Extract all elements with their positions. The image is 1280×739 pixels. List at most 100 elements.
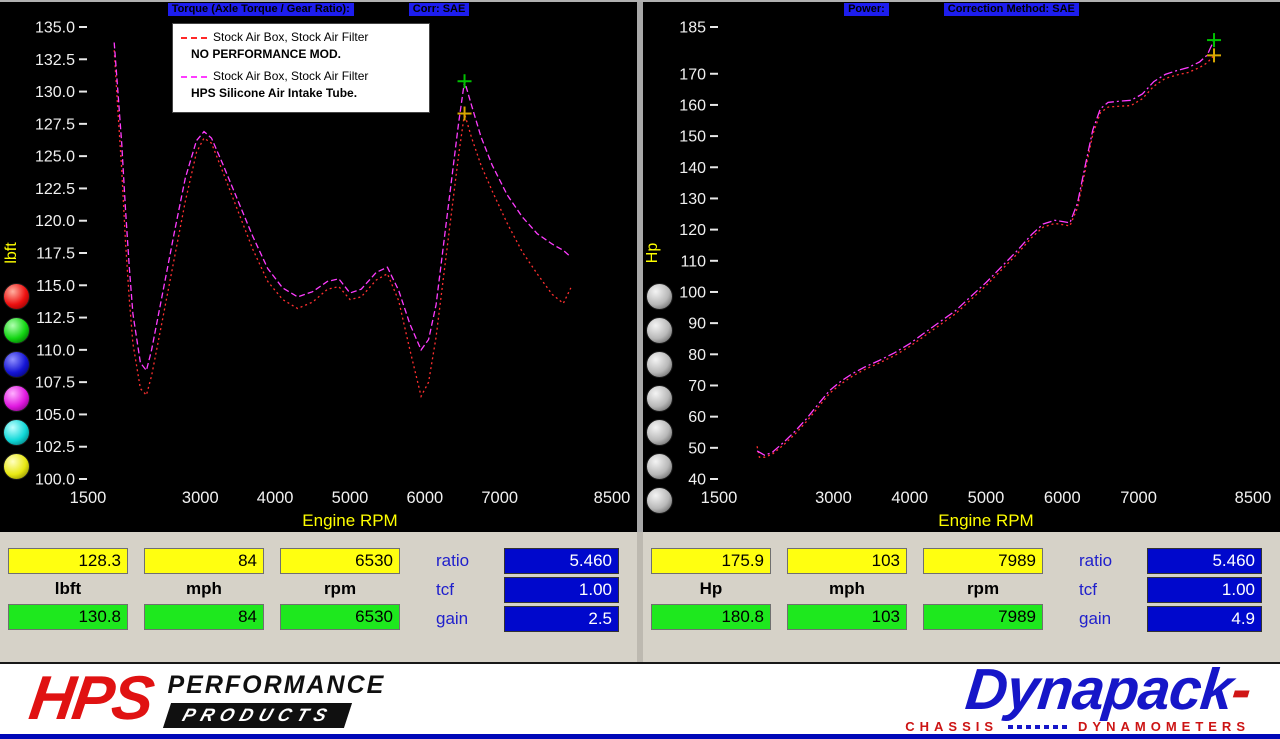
y-tick-label: 80 [688, 347, 706, 364]
x-tick-label: 6000 [1044, 489, 1081, 507]
hps-peak-torque-value: 130.8 [8, 604, 128, 630]
channel-button-gray-1[interactable] [646, 317, 673, 344]
torque-side-values: ratio 5.460 tcf 1.00 gain 2.5 [436, 548, 619, 635]
power-header: Power: Correction Method: SAE [643, 2, 1280, 17]
power-correction-label: Correction Method: SAE [944, 3, 1079, 16]
x-tick-label: 8500 [594, 489, 631, 507]
gain-value: 4.9 [1147, 606, 1262, 632]
x-tick-label: 4000 [257, 489, 294, 507]
y-tick-label: 70 [688, 378, 706, 395]
bottom-blue-bar [0, 734, 1280, 739]
y-tick-label: 90 [688, 316, 706, 333]
stock-peak-power-value: 175.9 [651, 548, 771, 574]
tcf-value: 1.00 [1147, 577, 1262, 603]
x-tick-label: 8500 [1235, 489, 1272, 507]
rpm-unit-label: rpm [923, 577, 1043, 601]
y-tick-label: 107.5 [35, 375, 75, 392]
channel-button-red-0[interactable] [3, 283, 30, 310]
x-axis-label: Engine RPM [938, 511, 1033, 530]
stock-rpm-value: 6530 [280, 548, 400, 574]
series-stock [757, 55, 1214, 457]
y-tick-label: 115.0 [36, 278, 75, 295]
ratio-value: 5.460 [1147, 548, 1262, 574]
x-axis-label: Engine RPM [302, 511, 397, 530]
channel-button-gray-0[interactable] [646, 283, 673, 310]
hps-logo: HPS PERFORMANCE PRODUCTS [30, 670, 385, 728]
x-tick-label: 7000 [1120, 489, 1157, 507]
power-rpm-column: 7989 rpm 7989 [923, 548, 1043, 635]
y-axis-label: lbft [3, 242, 20, 264]
x-tick-label: 3000 [182, 489, 219, 507]
torque-correction-label: Corr: SAE [409, 3, 470, 16]
ratio-label: ratio [1079, 551, 1137, 571]
y-tick-label: 127.5 [35, 116, 75, 133]
ratio-label: ratio [436, 551, 494, 571]
y-tick-label: 170 [679, 66, 706, 83]
charts-row: Torque (Axle Torque / Gear Ratio): Corr:… [0, 0, 1280, 532]
hps-rpm-value: 6530 [280, 604, 400, 630]
torque-channel-buttons [3, 283, 30, 480]
channel-button-magenta-3[interactable] [3, 385, 30, 412]
channel-button-green-1[interactable] [3, 317, 30, 344]
y-tick-label: 100 [679, 284, 706, 301]
x-tick-label: 7000 [481, 489, 518, 507]
readout-area: 128.3 lbft 130.8 84 mph 84 6530 rpm 6530… [0, 532, 1280, 662]
y-tick-label: 125.0 [35, 149, 75, 166]
power-chart: 1851701601501401301201101009080706050401… [643, 17, 1280, 532]
channel-button-yellow-5[interactable] [3, 453, 30, 480]
y-tick-label: 105.0 [35, 407, 75, 424]
channel-button-gray-4[interactable] [646, 419, 673, 446]
torque-rpm-column: 6530 rpm 6530 [280, 548, 400, 635]
y-tick-label: 120 [679, 222, 706, 239]
y-tick-label: 130 [679, 191, 706, 208]
hps-logo-text: HPS [26, 670, 156, 728]
power-speed-column: 103 mph 103 [787, 548, 907, 635]
torque-speed-column: 84 mph 84 [144, 548, 264, 635]
power-readout: 175.9 Hp 180.8 103 mph 103 7989 rpm 7989… [643, 532, 1280, 662]
power-panel: Power: Correction Method: SAE 1851701601… [643, 2, 1280, 532]
x-tick-label: 3000 [815, 489, 852, 507]
torque-title: Torque (Axle Torque / Gear Ratio): [168, 3, 354, 16]
torque-panel: Torque (Axle Torque / Gear Ratio): Corr:… [0, 2, 637, 532]
hps-line-sample-icon [181, 76, 207, 78]
legend-hps-line1: Stock Air Box, Stock Air Filter [213, 69, 368, 84]
power-unit-label: Hp [651, 577, 771, 601]
dynapack-logo: Dynapack- CHASSIS DYNAMOMETERS [905, 664, 1250, 734]
torque-unit-label: lbft [8, 577, 128, 601]
hps-peak-power-value: 180.8 [651, 604, 771, 630]
channel-button-gray-6[interactable] [646, 487, 673, 514]
y-tick-label: 110 [680, 253, 706, 270]
footer-logo-strip: HPS PERFORMANCE PRODUCTS Dynapack- CHASS… [0, 662, 1280, 734]
y-tick-label: 110.0 [36, 342, 75, 359]
legend-stock-line2: NO PERFORMANCE MOD. [191, 47, 421, 62]
x-tick-label: 5000 [332, 489, 369, 507]
x-tick-label: 5000 [968, 489, 1005, 507]
channel-button-gray-5[interactable] [646, 453, 673, 480]
stock-line-sample-icon [181, 37, 207, 39]
channel-button-blue-2[interactable] [3, 351, 30, 378]
y-tick-label: 122.5 [35, 181, 75, 198]
power-value-column: 175.9 Hp 180.8 [651, 548, 771, 635]
stock-rpm-value: 7989 [923, 548, 1043, 574]
y-tick-label: 112.5 [36, 310, 75, 327]
torque-readout: 128.3 lbft 130.8 84 mph 84 6530 rpm 6530… [0, 532, 637, 662]
channel-button-cyan-4[interactable] [3, 419, 30, 446]
hps-rpm-value: 7989 [923, 604, 1043, 630]
tcf-label: tcf [1079, 580, 1137, 600]
y-tick-label: 100.0 [35, 472, 75, 489]
tcf-label: tcf [436, 580, 494, 600]
y-tick-label: 135.0 [35, 20, 75, 37]
y-tick-label: 50 [688, 440, 706, 457]
hps-speed-value: 84 [144, 604, 264, 630]
chart-legend: Stock Air Box, Stock Air Filter NO PERFO… [172, 23, 430, 113]
gain-label: gain [1079, 609, 1137, 629]
channel-button-gray-2[interactable] [646, 351, 673, 378]
gain-label: gain [436, 609, 494, 629]
dynapack-logo-text: Dynapack [962, 657, 1235, 722]
channel-button-gray-3[interactable] [646, 385, 673, 412]
power-channel-buttons [646, 283, 673, 514]
hps-products-text: PRODUCTS [163, 703, 352, 728]
x-tick-label: 4000 [891, 489, 928, 507]
dynapack-dots-icon [1008, 725, 1068, 729]
y-tick-label: 185 [679, 20, 706, 37]
